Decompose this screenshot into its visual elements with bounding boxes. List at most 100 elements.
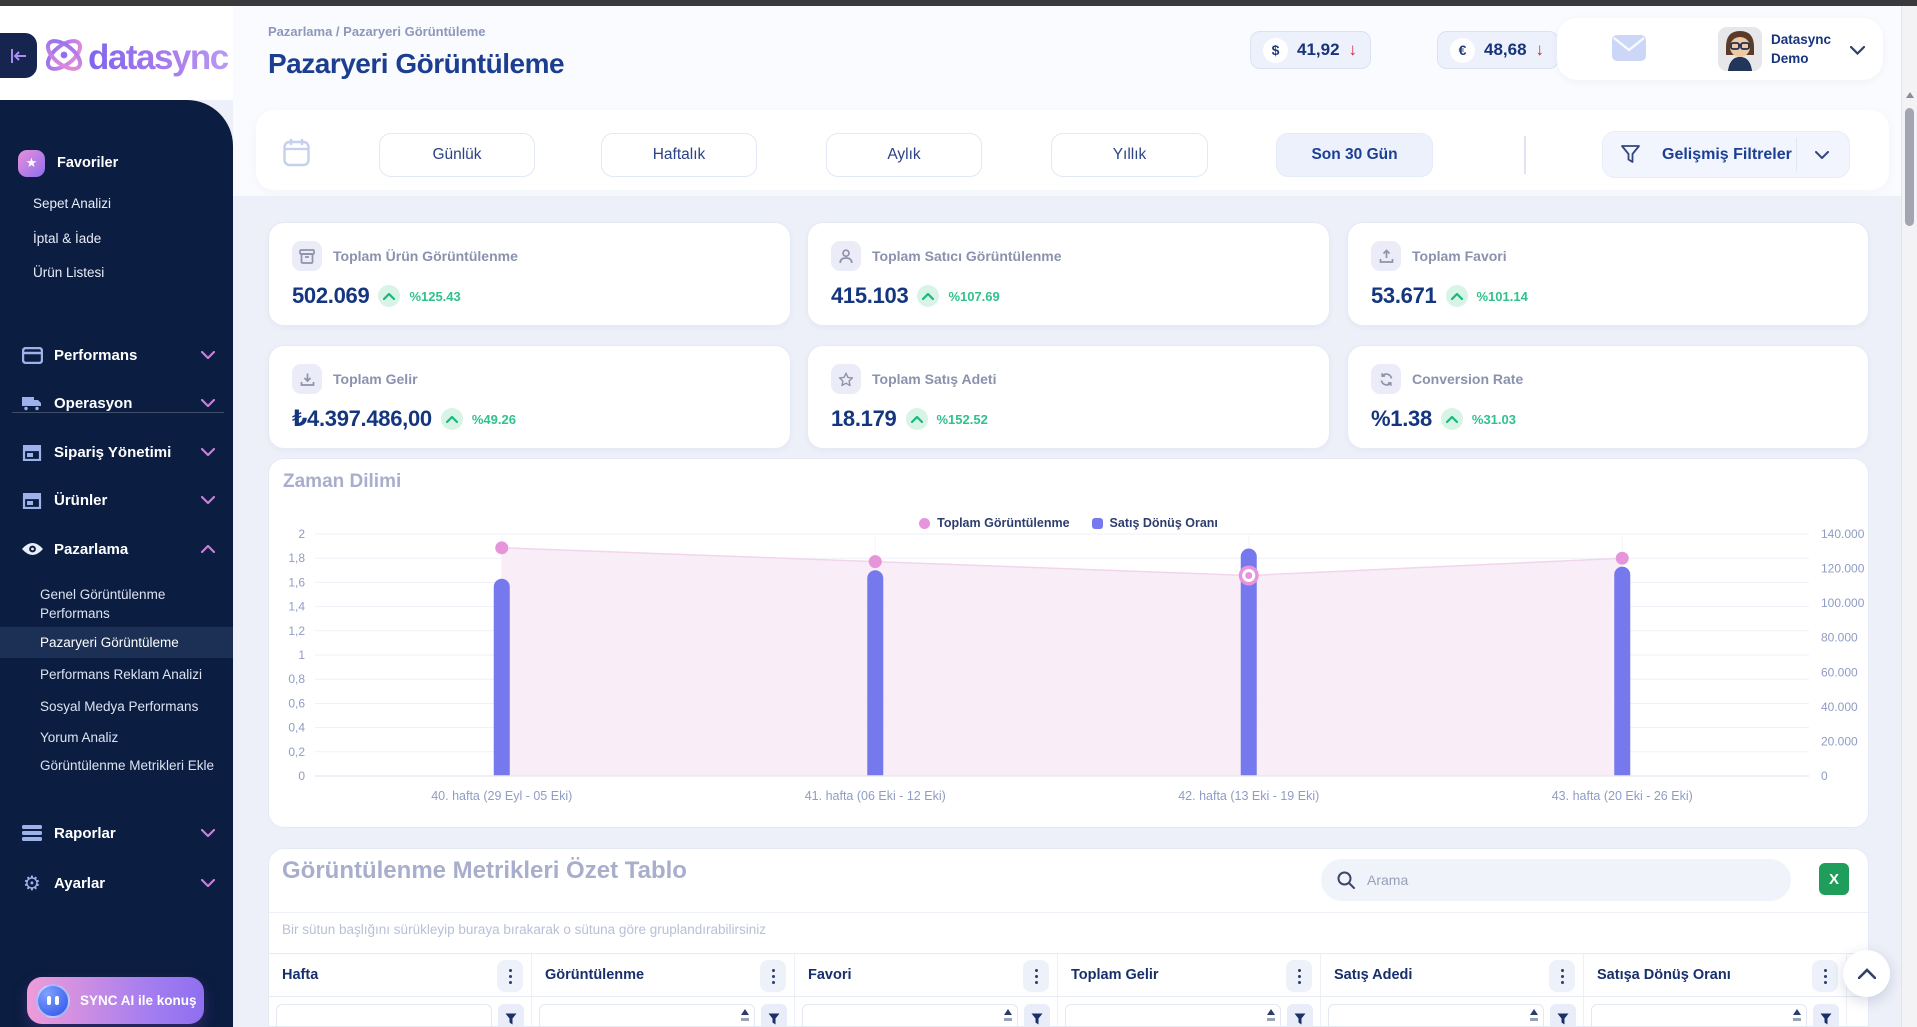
column-menu-button[interactable] <box>1549 960 1575 992</box>
spinner-down-icon[interactable] <box>741 1018 749 1021</box>
period-button-yillik[interactable]: Yıllık <box>1051 133 1208 177</box>
sidebar-item-raporlar[interactable]: Raporlar <box>0 818 233 848</box>
sidebar-sublink-yorum-analiz[interactable]: Yorum Analiz <box>40 728 220 747</box>
period-button-haftalik[interactable]: Haftalık <box>601 133 757 177</box>
column-header-satis-adedi[interactable]: Satış Adedi <box>1321 954 1584 996</box>
button-divider <box>1796 138 1798 171</box>
filter-cell-hafta <box>269 997 532 1027</box>
robot-face-icon <box>36 984 70 1018</box>
sidebar-sublink-performans-reklam[interactable]: Performans Reklam Analizi <box>40 665 220 684</box>
filter-funnel-button[interactable] <box>1024 1004 1050 1027</box>
spinner-down-icon[interactable] <box>1267 1018 1275 1021</box>
filter-input[interactable] <box>1065 1004 1281 1027</box>
column-menu-button[interactable] <box>1286 960 1312 992</box>
spinner-down-icon[interactable] <box>1004 1018 1012 1021</box>
page-scrollbar[interactable] <box>1901 6 1917 1027</box>
stat-card-toplam-urun-goruntulenme: Toplam Ürün Görüntülenme 502.069 %125.43 <box>268 222 791 326</box>
svg-text:100.000: 100.000 <box>1821 596 1865 610</box>
rows-icon <box>20 825 44 841</box>
table-search[interactable] <box>1321 859 1791 901</box>
column-menu-button[interactable] <box>1023 960 1049 992</box>
spinner-up-icon[interactable] <box>1004 1009 1012 1015</box>
sidebar-collapse-button[interactable] <box>0 33 37 78</box>
user-menu[interactable]: Datasync Demo <box>1557 18 1883 80</box>
filter-input[interactable] <box>802 1004 1018 1027</box>
advanced-filters-button[interactable]: Gelişmiş Filtreler <box>1602 131 1850 178</box>
spinner-up-icon[interactable] <box>741 1009 749 1015</box>
sidebar-item-pazarlama[interactable]: Pazarlama <box>0 534 233 564</box>
currency-usd-badge[interactable]: $ 41,92 ↓ <box>1250 31 1371 69</box>
spinner-up-icon[interactable] <box>1530 1009 1538 1015</box>
filter-funnel-button[interactable] <box>761 1004 787 1027</box>
filter-cell-goruntulenme <box>532 997 795 1027</box>
truck-icon <box>20 395 44 411</box>
chart-plot-area[interactable]: 21,81,61,41,210,80,60,40,20140.000120.00… <box>269 504 1870 816</box>
period-button-gunluk[interactable]: Günlük <box>379 133 535 177</box>
mail-icon[interactable] <box>1612 35 1646 66</box>
spinner-up-icon[interactable] <box>1267 1009 1275 1015</box>
filter-funnel-button[interactable] <box>1813 1004 1839 1027</box>
sync-ai-chat-button[interactable]: SYNC AI ile konuş <box>27 977 204 1024</box>
chevron-up-icon <box>1858 968 1876 979</box>
store-icon <box>20 492 44 509</box>
filter-funnel-button[interactable] <box>498 1004 524 1027</box>
column-header-favori[interactable]: Favori <box>795 954 1058 996</box>
column-menu-button[interactable] <box>760 960 786 992</box>
column-header-satisa-donus-orani[interactable]: Satışa Dönüş Oranı <box>1584 954 1847 996</box>
chevron-down-icon <box>1815 151 1829 159</box>
scrollbar-up-arrow-icon[interactable] <box>1906 92 1914 98</box>
chevron-down-icon[interactable] <box>1850 42 1865 60</box>
datasync-logo-icon <box>42 32 86 83</box>
filter-cell-satis-adedi <box>1321 997 1584 1027</box>
column-menu-button[interactable] <box>497 960 523 992</box>
arrow-down-icon: ↓ <box>1349 40 1358 60</box>
spinner-down-icon[interactable] <box>1793 1018 1801 1021</box>
stat-card-toplam-favori: Toplam Favori 53.671 %101.14 <box>1347 222 1869 326</box>
spinner-down-icon[interactable] <box>1530 1018 1538 1021</box>
sidebar-item-siparis-yonetimi[interactable]: Sipariş Yönetimi <box>0 437 233 467</box>
sidebar: ★ Favoriler Sepet Analizi İptal & İade Ü… <box>0 100 233 1027</box>
svg-text:0,2: 0,2 <box>288 745 305 759</box>
filter-cell-favori <box>795 997 1058 1027</box>
filter-input[interactable] <box>1591 1004 1807 1027</box>
excel-icon: X <box>1829 871 1839 888</box>
filter-bar-divider <box>1524 136 1526 174</box>
search-icon <box>1337 871 1355 889</box>
scroll-to-top-button[interactable] <box>1843 950 1890 997</box>
sidebar-item-ayarlar[interactable]: ⚙ Ayarlar <box>0 868 233 898</box>
period-button-son-30-gun[interactable]: Son 30 Gün <box>1276 133 1433 177</box>
sidebar-item-favoriler[interactable]: ★ Favoriler <box>0 148 233 178</box>
spinner-up-icon[interactable] <box>1793 1009 1801 1015</box>
column-menu-button[interactable] <box>1812 960 1838 992</box>
excel-export-button[interactable]: X <box>1819 863 1849 895</box>
sidebar-sublink-sosyal-medya[interactable]: Sosyal Medya Performans <box>40 697 220 716</box>
filter-input[interactable] <box>1328 1004 1544 1027</box>
scrollbar-thumb[interactable] <box>1905 108 1914 226</box>
page-title: Pazaryeri Görüntüleme <box>268 48 564 80</box>
logo-wordmark: datasync <box>88 38 228 78</box>
sidebar-sublink-goruntulenme-metrikleri-ekle[interactable]: Görüntülenme Metrikleri Ekle <box>40 756 220 775</box>
sidebar-sublink-genel-goruntulenme[interactable]: Genel Görüntülenme Performans <box>40 585 220 623</box>
filter-input[interactable] <box>539 1004 755 1027</box>
avatar[interactable] <box>1718 27 1762 71</box>
filter-funnel-button[interactable] <box>1287 1004 1313 1027</box>
sidebar-item-performans[interactable]: Performans <box>0 340 233 370</box>
calendar-icon[interactable] <box>283 138 310 172</box>
svg-text:1,4: 1,4 <box>288 600 305 614</box>
sidebar-link-urun-listesi[interactable]: Ürün Listesi <box>33 265 104 280</box>
column-header-toplam-gelir[interactable]: Toplam Gelir <box>1058 954 1321 996</box>
stat-card-toplam-gelir: Toplam Gelir ₺4.397.486,00 %49.26 <box>268 345 791 449</box>
sidebar-item-urunler[interactable]: Ürünler <box>0 485 233 515</box>
sidebar-sublink-pazaryeri-goruntuleme[interactable]: Pazaryeri Görüntüleme <box>40 633 220 652</box>
currency-eur-badge[interactable]: € 48,68 ↓ <box>1437 31 1559 69</box>
search-input[interactable] <box>1367 872 1747 888</box>
download-tray-icon <box>292 364 322 394</box>
filter-input[interactable] <box>276 1004 492 1027</box>
period-button-aylik[interactable]: Aylık <box>826 133 982 177</box>
sidebar-item-operasyon[interactable]: Operasyon <box>0 388 233 418</box>
sidebar-link-sepet-analizi[interactable]: Sepet Analizi <box>33 196 111 211</box>
sidebar-link-iptal-iade[interactable]: İptal & İade <box>33 231 101 246</box>
column-header-goruntulenme[interactable]: Görüntülenme <box>532 954 795 996</box>
filter-funnel-button[interactable] <box>1550 1004 1576 1027</box>
column-header-hafta[interactable]: Hafta <box>269 954 532 996</box>
